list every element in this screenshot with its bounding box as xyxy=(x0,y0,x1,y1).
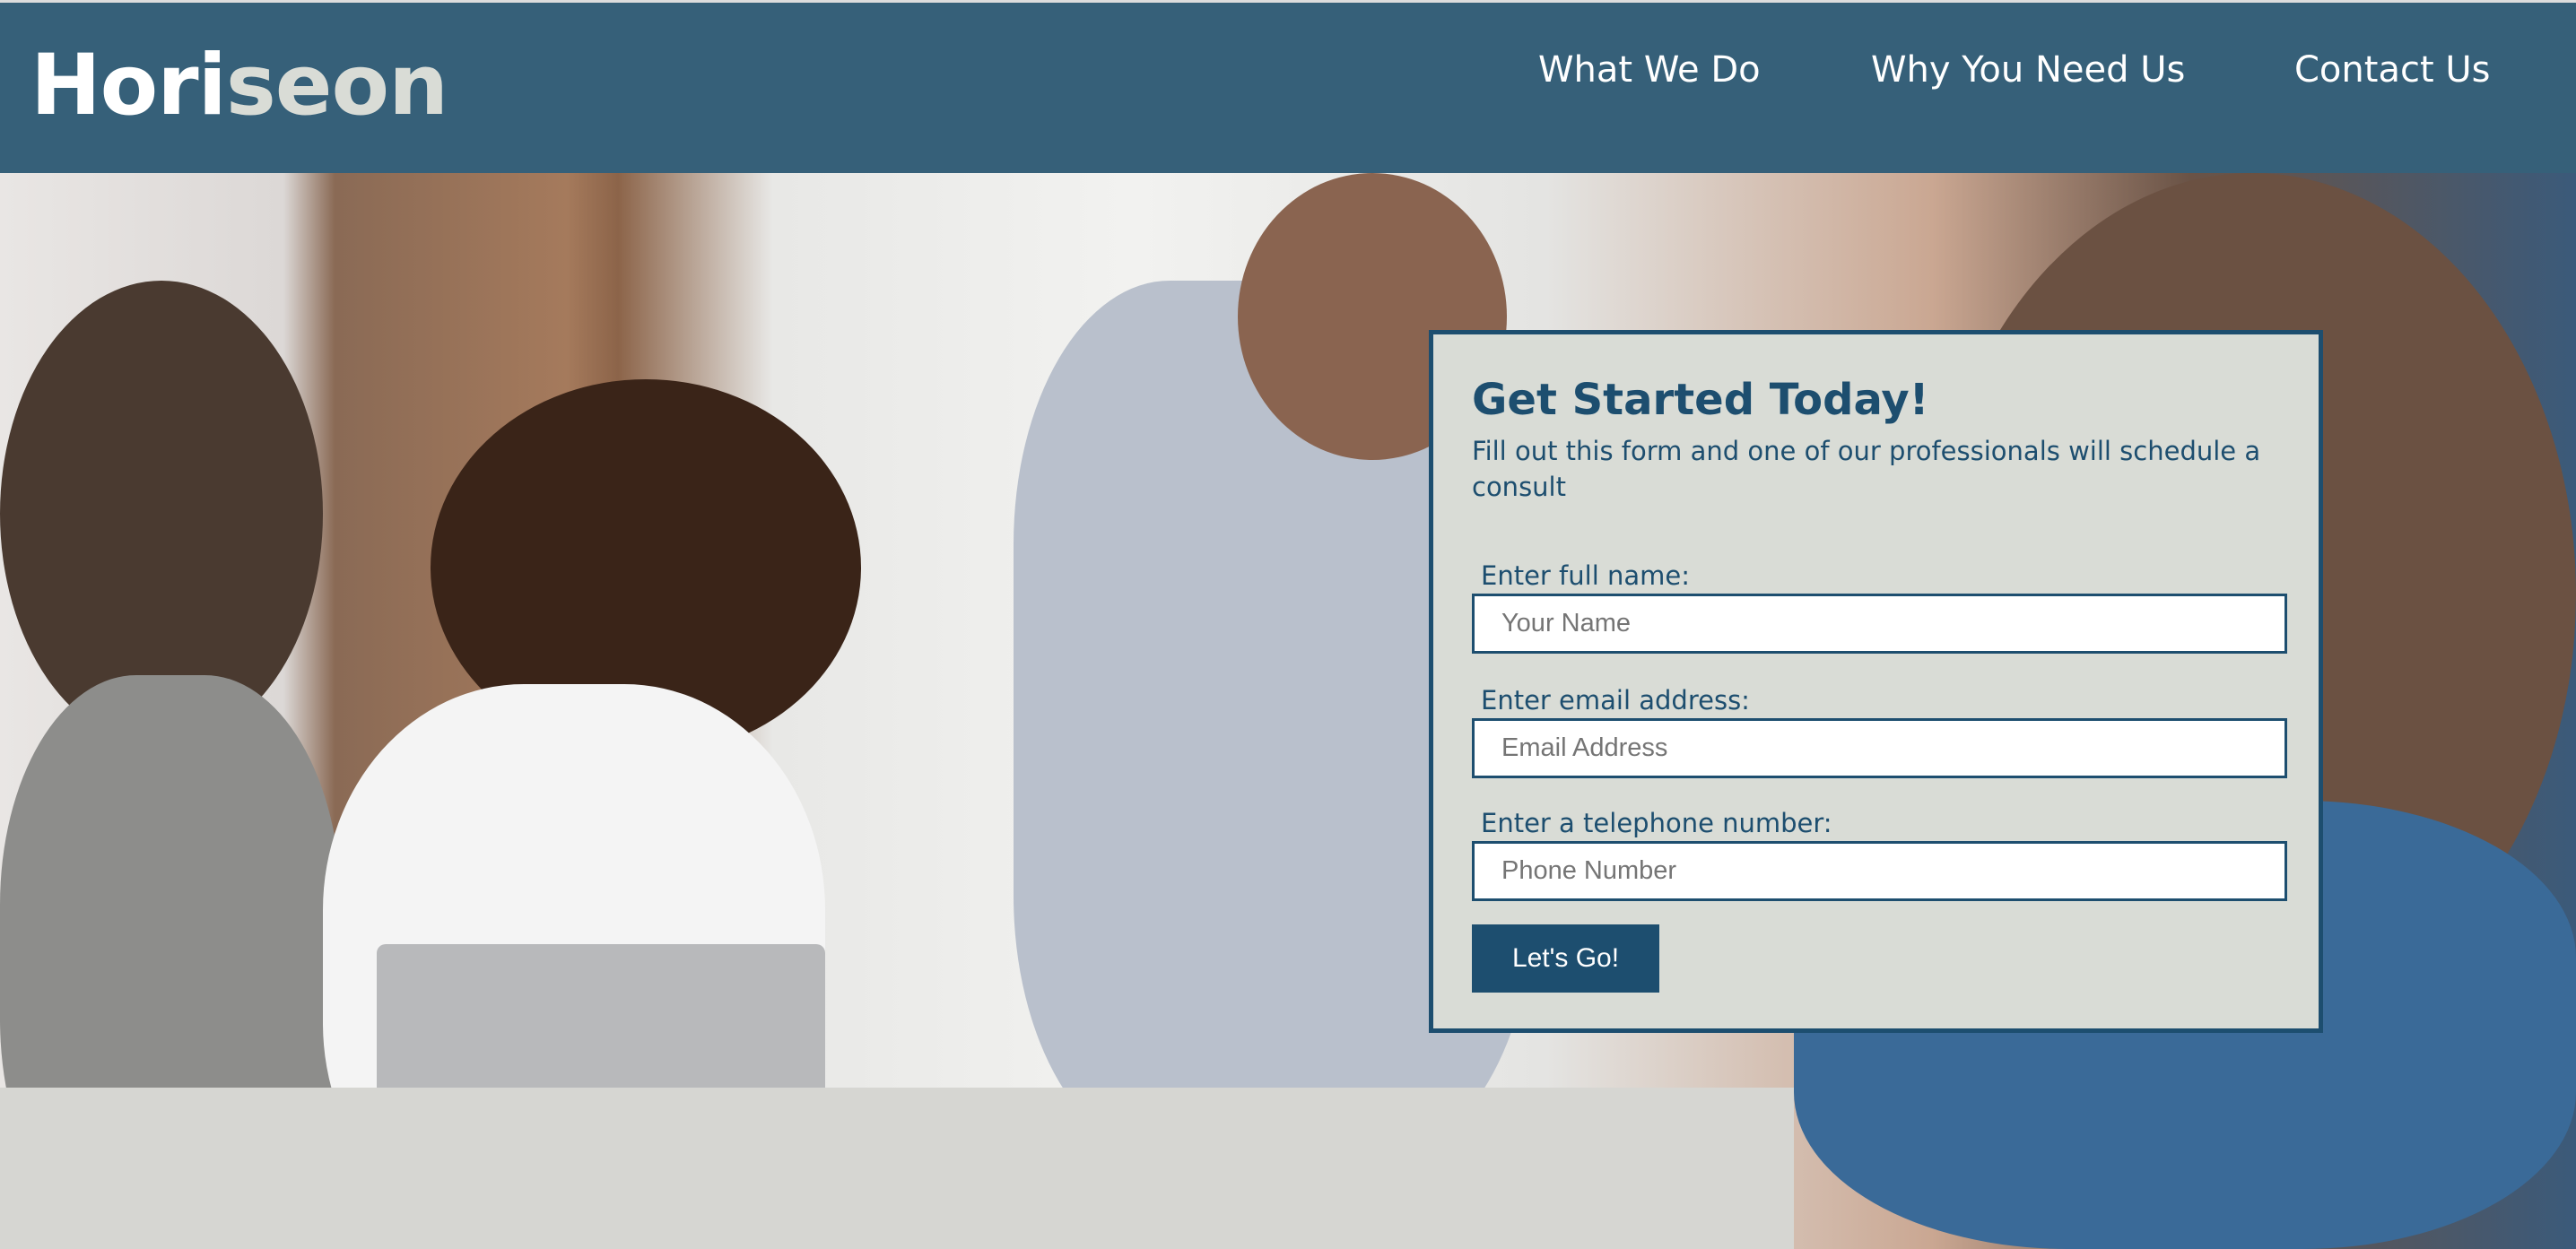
page: Horiseon What We Do Why You Need Us Cont… xyxy=(0,0,2576,1249)
email-input[interactable] xyxy=(1472,718,2287,778)
logo-text-primary: Hori xyxy=(30,37,227,134)
logo[interactable]: Horiseon xyxy=(30,37,448,134)
form-description: Fill out this form and one of our profes… xyxy=(1472,436,2261,502)
table xyxy=(0,1088,1794,1249)
phone-label: Enter a telephone number: xyxy=(1481,808,1832,838)
name-input[interactable] xyxy=(1472,594,2287,654)
contact-form: Get Started Today! Fill out this form an… xyxy=(1429,330,2323,1033)
nav-what-we-do[interactable]: What We Do xyxy=(1538,49,1761,91)
nav-why-you-need-us[interactable]: Why You Need Us xyxy=(1871,49,2185,91)
nav-contact-us[interactable]: Contact Us xyxy=(2294,49,2490,91)
phone-input[interactable] xyxy=(1472,841,2287,901)
email-label: Enter email address: xyxy=(1481,685,1750,716)
name-label: Enter full name: xyxy=(1481,560,1690,591)
site-header: Horiseon What We Do Why You Need Us Cont… xyxy=(0,0,2576,173)
logo-text-secondary: seon xyxy=(225,37,448,134)
form-title: Get Started Today! xyxy=(1472,375,1929,425)
submit-button[interactable]: Let's Go! xyxy=(1472,924,1659,993)
